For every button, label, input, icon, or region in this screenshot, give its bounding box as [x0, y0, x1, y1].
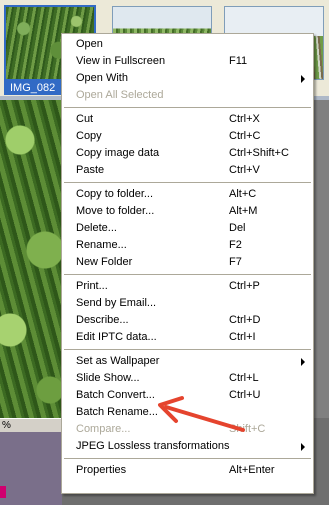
menu-item-label: View in Fullscreen	[76, 55, 166, 67]
menu-item-label: Delete...	[76, 222, 117, 234]
menu-item-new-folder[interactable]: New Folder F7	[62, 254, 313, 271]
menu-item-shortcut: Ctrl+C	[229, 130, 261, 142]
menu-item-label: Batch Rename...	[76, 406, 158, 418]
menu-item-shortcut: Ctrl+L	[229, 372, 259, 384]
menu-item-label: Describe...	[76, 314, 129, 326]
menu-item-label: Open All Selected	[76, 89, 164, 101]
menu-item-label: Properties	[76, 464, 127, 476]
menu-item-shortcut: Ctrl+Shift+C	[229, 147, 289, 159]
menu-item-delete[interactable]: Delete... Del	[62, 220, 313, 237]
menu-item-shortcut: Ctrl+V	[229, 164, 260, 176]
menu-item-shortcut: Alt+C	[229, 188, 257, 200]
menu-item-label: Copy image data	[76, 147, 160, 159]
menu-item-copy-to-folder[interactable]: Copy to folder... Alt+C	[62, 186, 313, 203]
menu-item-shortcut: Del	[229, 222, 246, 234]
menu-item-shortcut: Ctrl+I	[229, 331, 256, 343]
menu-item-label: Open With	[76, 72, 128, 84]
menu-item-label: Copy to folder...	[76, 188, 154, 200]
marker	[0, 486, 6, 498]
menu-item-rename[interactable]: Rename... F2	[62, 237, 313, 254]
menu-item-shortcut: Alt+M	[229, 205, 258, 217]
menu-item-view-in-fullscreen[interactable]: View in Fullscreen F11	[62, 53, 313, 70]
menu-item-send-by-email[interactable]: Send by Email...	[62, 295, 313, 312]
menu-item-shortcut: F11	[229, 55, 248, 67]
menu-item-move-to-folder[interactable]: Move to folder... Alt+M	[62, 203, 313, 220]
menu-item-label: Copy	[76, 130, 102, 142]
menu-item-edit-iptc-data[interactable]: Edit IPTC data... Ctrl+I	[62, 329, 313, 346]
context-menu: Open View in Fullscreen F11 Open With Open A…	[61, 33, 314, 494]
menu-item-properties[interactable]: Properties Alt+Enter	[62, 462, 313, 479]
menu-item-slide-show[interactable]: Slide Show... Ctrl+L	[62, 370, 313, 387]
menu-item-label: Edit IPTC data...	[76, 331, 157, 343]
menu-item-label: Compare...	[76, 423, 131, 435]
menu-item-open[interactable]: Open	[62, 36, 313, 53]
menu-item-batch-convert[interactable]: Batch Convert... Ctrl+U	[62, 387, 313, 404]
submenu-arrow-icon	[301, 443, 305, 451]
menu-item-compare[interactable]: Compare... Shift+C	[62, 421, 313, 438]
submenu-arrow-icon	[301, 75, 305, 83]
menu-item-shortcut: F7	[229, 256, 242, 268]
lower-preview	[0, 432, 62, 505]
image-preview	[0, 100, 62, 418]
menu-separator	[64, 458, 311, 459]
menu-item-label: Rename...	[76, 239, 127, 251]
menu-item-label: Paste	[76, 164, 105, 176]
menu-item-label: Batch Convert...	[76, 389, 155, 401]
menu-item-shortcut: Ctrl+P	[229, 280, 260, 292]
menu-item-cut[interactable]: Cut Ctrl+X	[62, 111, 313, 128]
menu-separator	[64, 182, 311, 183]
menu-item-describe[interactable]: Describe... Ctrl+D	[62, 312, 313, 329]
menu-item-jpeg-lossless-transformations[interactable]: JPEG Lossless transformations	[62, 438, 313, 455]
menu-item-batch-rename[interactable]: Batch Rename...	[62, 404, 313, 421]
menu-item-shortcut: Ctrl+U	[229, 389, 261, 401]
menu-separator	[64, 107, 311, 108]
menu-item-open-with[interactable]: Open With	[62, 70, 313, 87]
menu-item-label: Set as Wallpaper	[76, 355, 160, 367]
menu-item-copy-image-data[interactable]: Copy image data Ctrl+Shift+C	[62, 145, 313, 162]
menu-item-label: Cut	[76, 113, 94, 125]
menu-item-label: Move to folder...	[76, 205, 155, 217]
menu-item-label: New Folder	[76, 256, 133, 268]
menu-item-shortcut: F2	[229, 239, 242, 251]
menu-separator	[64, 274, 311, 275]
menu-item-shortcut: Ctrl+X	[229, 113, 260, 125]
menu-item-open-all-selected[interactable]: Open All Selected	[62, 87, 313, 104]
menu-item-label: Open	[76, 38, 103, 50]
menu-item-print[interactable]: Print... Ctrl+P	[62, 278, 313, 295]
zoom-percent-label: %	[0, 418, 62, 432]
menu-item-paste[interactable]: Paste Ctrl+V	[62, 162, 313, 179]
menu-item-copy[interactable]: Copy Ctrl+C	[62, 128, 313, 145]
submenu-arrow-icon	[301, 358, 305, 366]
menu-item-shortcut: Shift+C	[229, 423, 266, 435]
menu-separator	[64, 349, 311, 350]
menu-item-label: JPEG Lossless transformations	[76, 440, 230, 452]
menu-item-set-as-wallpaper[interactable]: Set as Wallpaper	[62, 353, 313, 370]
menu-item-label: Slide Show...	[76, 372, 140, 384]
menu-item-label: Print...	[76, 280, 108, 292]
menu-item-label: Send by Email...	[76, 297, 157, 309]
menu-item-shortcut: Alt+Enter	[229, 464, 275, 476]
menu-item-shortcut: Ctrl+D	[229, 314, 261, 326]
